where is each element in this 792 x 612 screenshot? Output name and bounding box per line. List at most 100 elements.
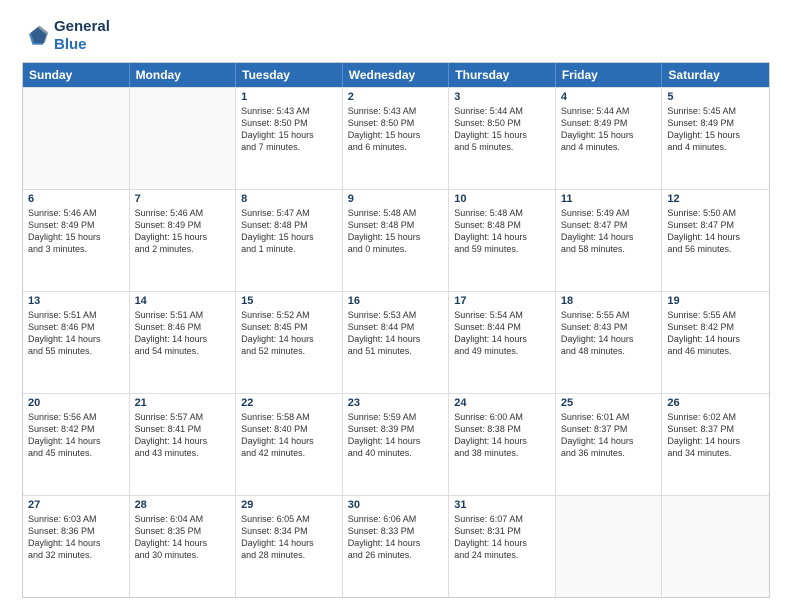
cell-content: Sunrise: 6:05 AM Sunset: 8:34 PM Dayligh… <box>241 513 337 562</box>
day-number: 24 <box>454 397 550 409</box>
cell-content: Sunrise: 5:54 AM Sunset: 8:44 PM Dayligh… <box>454 309 550 358</box>
cell-content: Sunrise: 6:07 AM Sunset: 8:31 PM Dayligh… <box>454 513 550 562</box>
cal-cell-3: 3 Sunrise: 5:44 AM Sunset: 8:50 PM Daylig… <box>449 88 556 189</box>
logo: General Blue <box>22 18 110 54</box>
cal-cell-26: 26 Sunrise: 6:02 AM Sunset: 8:37 PM Dayli… <box>662 394 769 495</box>
header: General Blue <box>22 18 770 54</box>
cell-content: Sunrise: 5:58 AM Sunset: 8:40 PM Dayligh… <box>241 411 337 460</box>
day-number: 2 <box>348 91 444 103</box>
header-day-saturday: Saturday <box>662 63 769 87</box>
day-number: 12 <box>667 193 764 205</box>
cell-content: Sunrise: 5:46 AM Sunset: 8:49 PM Dayligh… <box>28 207 124 256</box>
cal-cell-30: 30Sunrise: 6:06 AM Sunset: 8:33 PM Dayli… <box>343 496 450 597</box>
cal-cell-14: 14Sunrise: 5:51 AM Sunset: 8:46 PM Dayli… <box>130 292 237 393</box>
day-number: 13 <box>28 295 124 307</box>
cal-cell-8: 8 Sunrise: 5:47 AM Sunset: 8:48 PM Daylig… <box>236 190 343 291</box>
cal-cell-16: 16 Sunrise: 5:53 AM Sunset: 8:44 PM Dayli… <box>343 292 450 393</box>
cal-cell-4: 4 Sunrise: 5:44 AM Sunset: 8:49 PM Daylig… <box>556 88 663 189</box>
day-number: 26 <box>667 397 764 409</box>
day-number: 3 <box>454 91 550 103</box>
cal-cell-19: 19Sunrise: 5:55 AM Sunset: 8:42 PM Dayli… <box>662 292 769 393</box>
cal-cell-28: 28 Sunrise: 6:04 AM Sunset: 8:35 PM Dayli… <box>130 496 237 597</box>
cal-row-3: 13 Sunrise: 5:51 AM Sunset: 8:46 PM Dayli… <box>23 291 769 393</box>
calendar: SundayMondayTuesdayWednesdayThursdayFrid… <box>22 62 770 598</box>
day-number: 19 <box>667 295 764 307</box>
day-number: 8 <box>241 193 337 205</box>
cal-cell-5: 5 Sunrise: 5:45 AM Sunset: 8:49 PM Daylig… <box>662 88 769 189</box>
cal-cell-11: 11Sunrise: 5:49 AM Sunset: 8:47 PM Dayli… <box>556 190 663 291</box>
logo-icon <box>22 22 50 50</box>
cell-content: Sunrise: 5:47 AM Sunset: 8:48 PM Dayligh… <box>241 207 337 256</box>
cell-content: Sunrise: 5:51 AM Sunset: 8:46 PM Dayligh… <box>135 309 231 358</box>
cal-cell-7: 7Sunrise: 5:46 AM Sunset: 8:49 PM Daylig… <box>130 190 237 291</box>
cal-cell-17: 17 Sunrise: 5:54 AM Sunset: 8:44 PM Dayli… <box>449 292 556 393</box>
cal-cell-empty <box>556 496 663 597</box>
cal-cell-22: 22 Sunrise: 5:58 AM Sunset: 8:40 PM Dayli… <box>236 394 343 495</box>
cal-cell-1: 1Sunrise: 5:43 AM Sunset: 8:50 PM Daylig… <box>236 88 343 189</box>
header-day-wednesday: Wednesday <box>343 63 450 87</box>
header-day-friday: Friday <box>556 63 663 87</box>
cell-content: Sunrise: 5:59 AM Sunset: 8:39 PM Dayligh… <box>348 411 444 460</box>
header-day-tuesday: Tuesday <box>236 63 343 87</box>
cal-cell-31: 31Sunrise: 6:07 AM Sunset: 8:31 PM Dayli… <box>449 496 556 597</box>
cal-row-4: 20Sunrise: 5:56 AM Sunset: 8:42 PM Dayli… <box>23 393 769 495</box>
cell-content: Sunrise: 5:50 AM Sunset: 8:47 PM Dayligh… <box>667 207 764 256</box>
day-number: 9 <box>348 193 444 205</box>
cal-cell-12: 12 Sunrise: 5:50 AM Sunset: 8:47 PM Dayli… <box>662 190 769 291</box>
cell-content: Sunrise: 5:55 AM Sunset: 8:43 PM Dayligh… <box>561 309 657 358</box>
cal-cell-empty <box>662 496 769 597</box>
cell-content: Sunrise: 5:53 AM Sunset: 8:44 PM Dayligh… <box>348 309 444 358</box>
cell-content: Sunrise: 5:52 AM Sunset: 8:45 PM Dayligh… <box>241 309 337 358</box>
cal-row-5: 27 Sunrise: 6:03 AM Sunset: 8:36 PM Dayli… <box>23 495 769 597</box>
cal-cell-21: 21 Sunrise: 5:57 AM Sunset: 8:41 PM Dayli… <box>130 394 237 495</box>
cell-content: Sunrise: 6:03 AM Sunset: 8:36 PM Dayligh… <box>28 513 124 562</box>
day-number: 23 <box>348 397 444 409</box>
day-number: 25 <box>561 397 657 409</box>
header-day-sunday: Sunday <box>23 63 130 87</box>
page: General Blue SundayMondayTuesdayWednesda… <box>0 0 792 612</box>
day-number: 17 <box>454 295 550 307</box>
cell-content: Sunrise: 5:44 AM Sunset: 8:49 PM Dayligh… <box>561 105 657 154</box>
day-number: 4 <box>561 91 657 103</box>
calendar-body: 1 Sunrise: 5:43 AM Sunset: 8:50 PM Daylig… <box>23 87 769 597</box>
cell-content: Sunrise: 6:02 AM Sunset: 8:37 PM Dayligh… <box>667 411 764 460</box>
header-day-thursday: Thursday <box>449 63 556 87</box>
day-number: 22 <box>241 397 337 409</box>
day-number: 7 <box>135 193 231 205</box>
cal-cell-27: 27 Sunrise: 6:03 AM Sunset: 8:36 PM Dayli… <box>23 496 130 597</box>
cell-content: Sunrise: 6:04 AM Sunset: 8:35 PM Dayligh… <box>135 513 231 562</box>
header-day-monday: Monday <box>130 63 237 87</box>
day-number: 11 <box>561 193 657 205</box>
cell-content: Sunrise: 5:45 AM Sunset: 8:49 PM Dayligh… <box>667 105 764 154</box>
day-number: 28 <box>135 499 231 511</box>
cal-cell-20: 20Sunrise: 5:56 AM Sunset: 8:42 PM Dayli… <box>23 394 130 495</box>
cal-cell-29: 29 Sunrise: 6:05 AM Sunset: 8:34 PM Dayli… <box>236 496 343 597</box>
logo-text: General Blue <box>54 18 110 54</box>
cal-cell-15: 15 Sunrise: 5:52 AM Sunset: 8:45 PM Dayli… <box>236 292 343 393</box>
cell-content: Sunrise: 5:43 AM Sunset: 8:50 PM Dayligh… <box>348 105 444 154</box>
day-number: 1 <box>241 91 337 103</box>
day-number: 5 <box>667 91 764 103</box>
cal-cell-6: 6 Sunrise: 5:46 AM Sunset: 8:49 PM Daylig… <box>23 190 130 291</box>
cal-cell-18: 18Sunrise: 5:55 AM Sunset: 8:43 PM Dayli… <box>556 292 663 393</box>
cell-content: Sunrise: 5:48 AM Sunset: 8:48 PM Dayligh… <box>454 207 550 256</box>
cell-content: Sunrise: 5:48 AM Sunset: 8:48 PM Dayligh… <box>348 207 444 256</box>
day-number: 21 <box>135 397 231 409</box>
cell-content: Sunrise: 5:44 AM Sunset: 8:50 PM Dayligh… <box>454 105 550 154</box>
day-number: 30 <box>348 499 444 511</box>
cell-content: Sunrise: 6:01 AM Sunset: 8:37 PM Dayligh… <box>561 411 657 460</box>
cell-content: Sunrise: 5:51 AM Sunset: 8:46 PM Dayligh… <box>28 309 124 358</box>
day-number: 29 <box>241 499 337 511</box>
cal-cell-10: 10 Sunrise: 5:48 AM Sunset: 8:48 PM Dayli… <box>449 190 556 291</box>
cell-content: Sunrise: 5:57 AM Sunset: 8:41 PM Dayligh… <box>135 411 231 460</box>
cal-row-2: 6 Sunrise: 5:46 AM Sunset: 8:49 PM Daylig… <box>23 189 769 291</box>
cal-row-1: 1 Sunrise: 5:43 AM Sunset: 8:50 PM Daylig… <box>23 87 769 189</box>
day-number: 15 <box>241 295 337 307</box>
cell-content: Sunrise: 6:00 AM Sunset: 8:38 PM Dayligh… <box>454 411 550 460</box>
day-number: 27 <box>28 499 124 511</box>
cal-cell-empty <box>130 88 237 189</box>
day-number: 16 <box>348 295 444 307</box>
cal-cell-23: 23 Sunrise: 5:59 AM Sunset: 8:39 PM Dayli… <box>343 394 450 495</box>
day-number: 10 <box>454 193 550 205</box>
day-number: 6 <box>28 193 124 205</box>
